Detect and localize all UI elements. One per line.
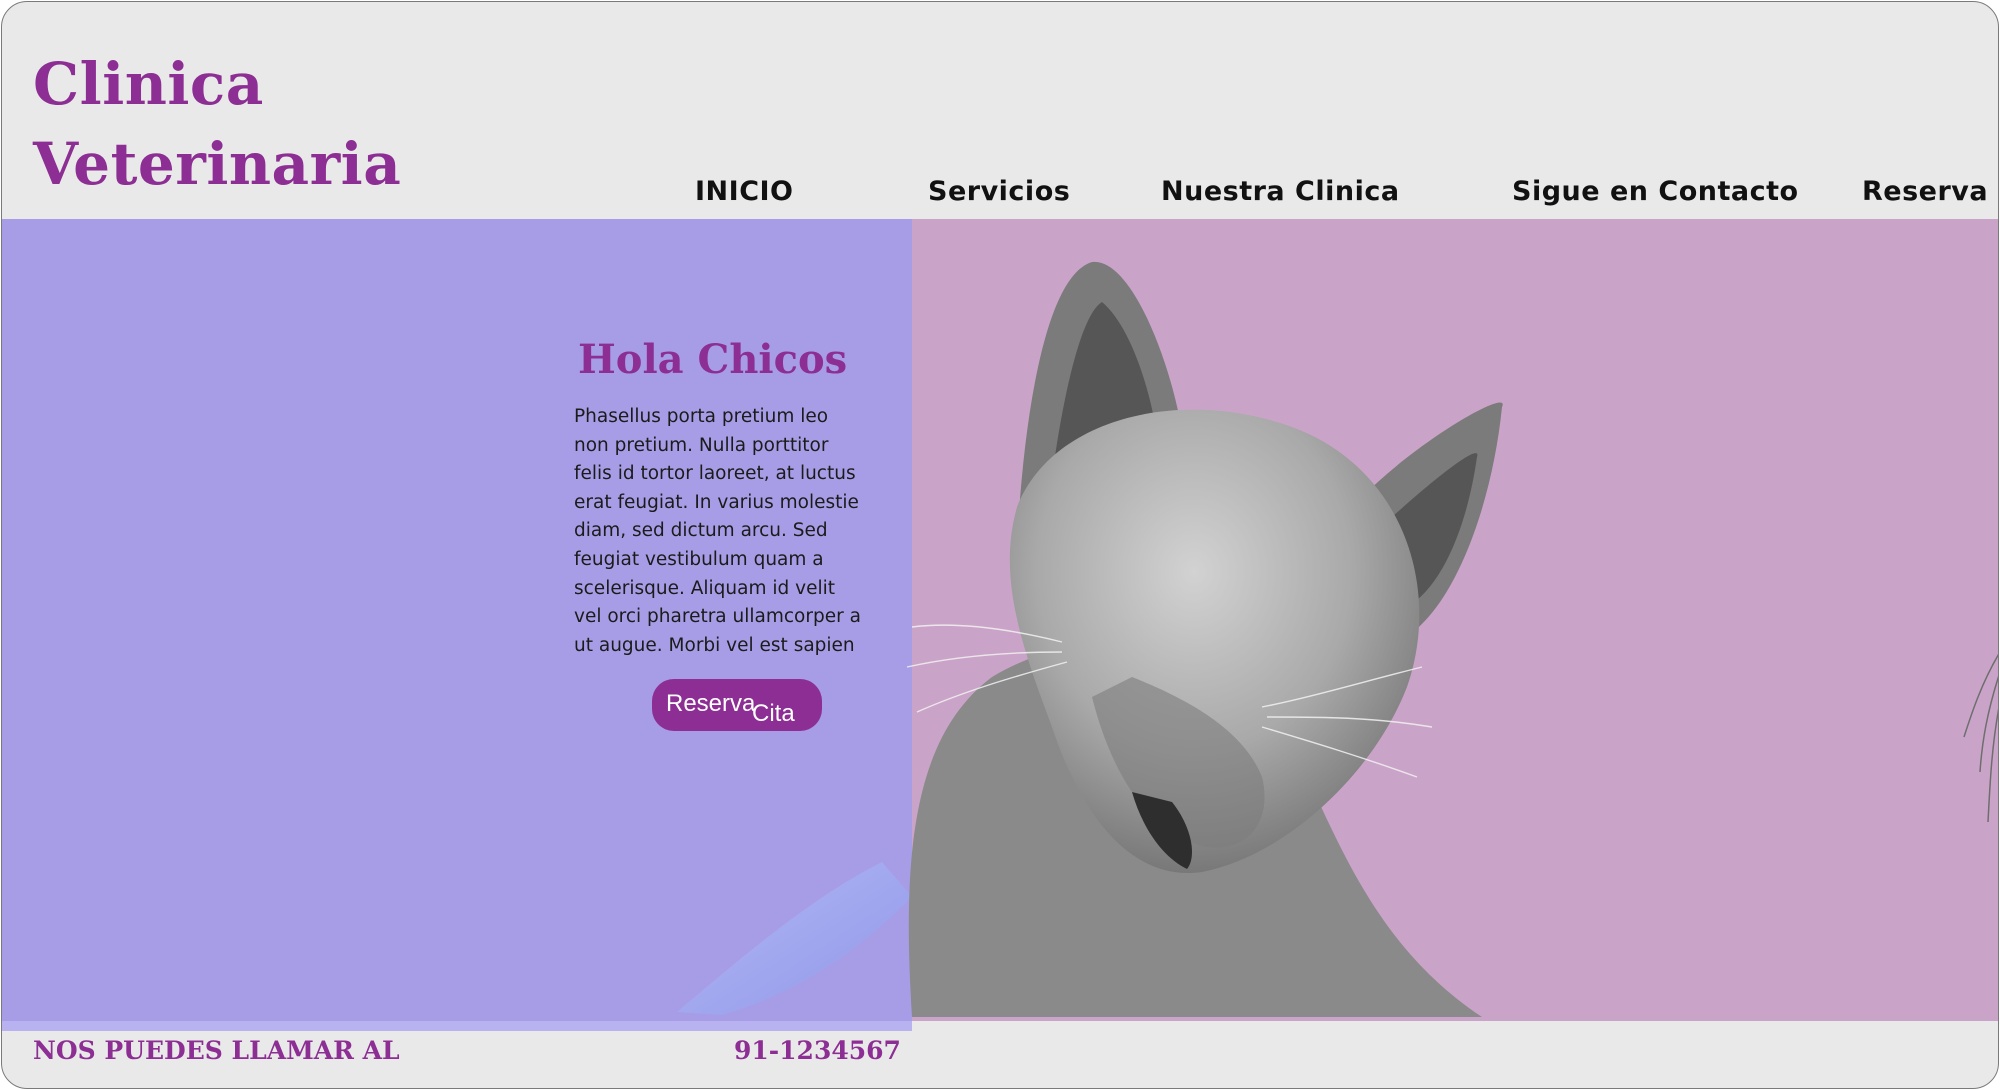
nav-item-reserva[interactable]: Reserva	[1862, 176, 1988, 207]
intro-title: Hola Chicos	[578, 336, 848, 383]
intro-section: Hola Chicos Phasellus porta pretium leo …	[574, 336, 866, 660]
cat-paw	[677, 862, 912, 1015]
nav-item-nuestra-clinica[interactable]: Nuestra Clinica	[1161, 176, 1400, 207]
cta-label-word-1: Reserva	[666, 690, 756, 717]
logo-line-1: Clinica	[33, 50, 264, 118]
whisker-detail	[1963, 653, 1998, 823]
main-nav: INICIO Servicios Nuestra Clinica Sigue e…	[2, 176, 1998, 216]
intro-text: Phasellus porta pretium leo non pretium.…	[574, 406, 861, 656]
nav-item-servicios[interactable]: Servicios	[928, 176, 1070, 207]
nav-item-contacto[interactable]: Sigue en Contacto	[1512, 176, 1799, 207]
footer-call-text: NOS PUEDES LLAMAR AL	[33, 1036, 400, 1065]
nav-item-inicio[interactable]: INICIO	[695, 176, 794, 207]
footer-phone[interactable]: 91-1234567	[734, 1036, 901, 1065]
cta-label-word-2: Cita	[752, 700, 795, 727]
hero-bottom-stripe	[2, 1021, 912, 1031]
reserve-appointment-button[interactable]: Reserva Cita	[652, 679, 822, 731]
page-frame: Clinica Veterinaria INICIO Servicios Nue…	[1, 1, 1999, 1089]
